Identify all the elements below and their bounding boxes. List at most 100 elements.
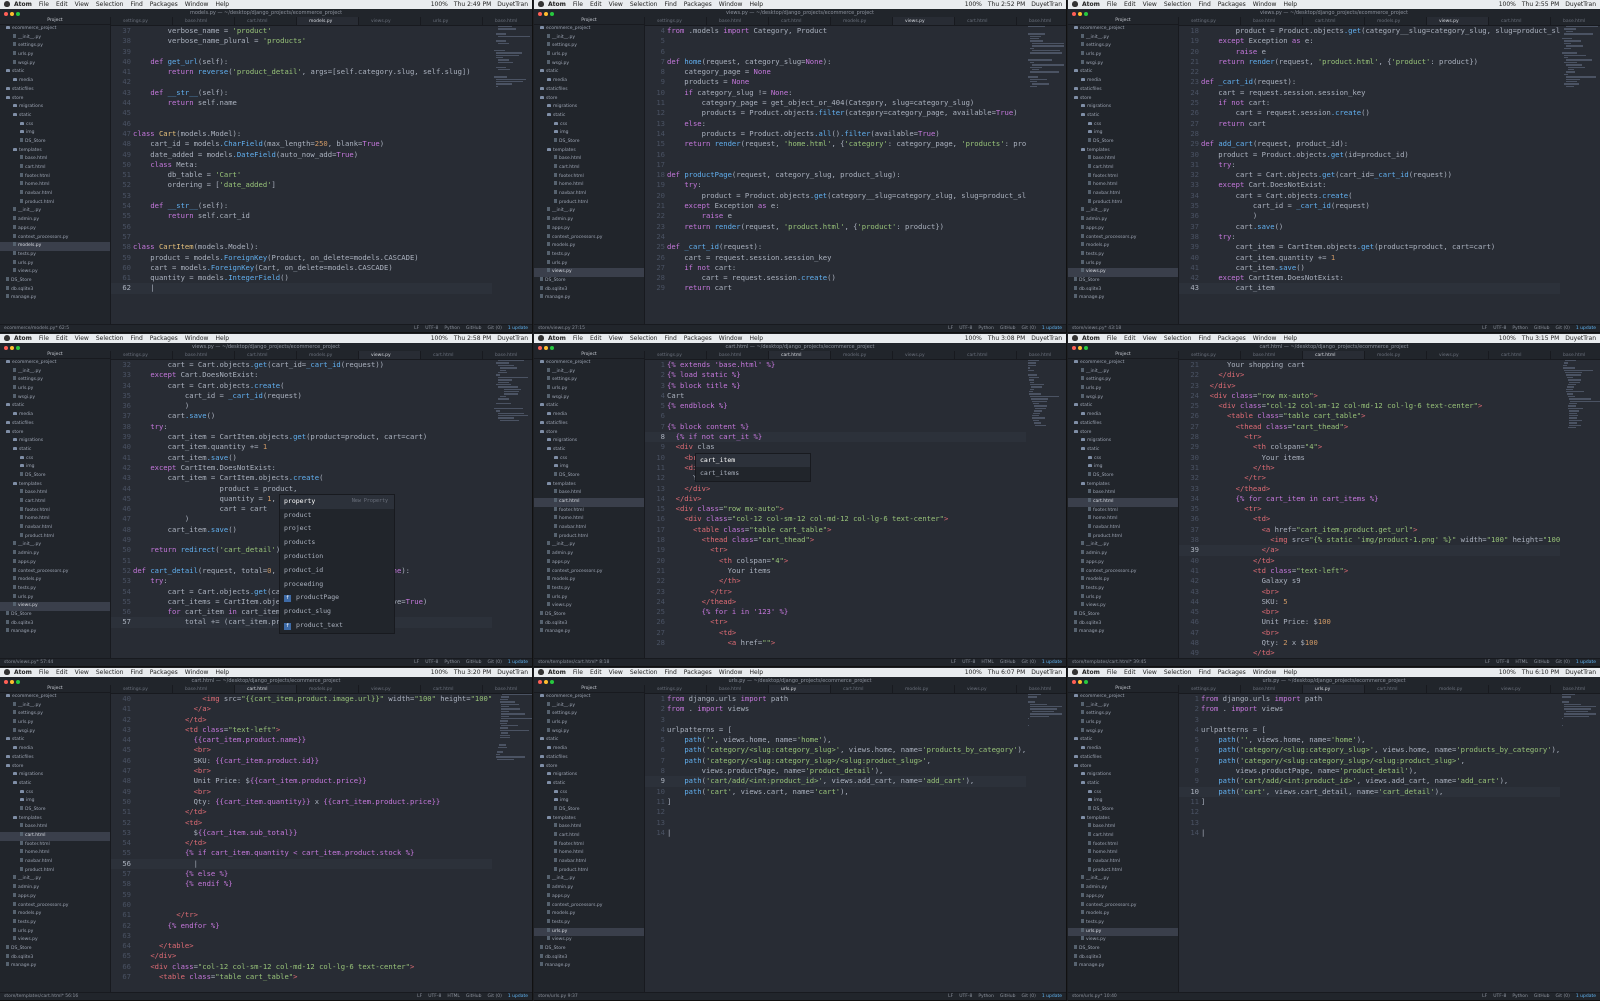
menu-item-find[interactable]: Find [130, 1, 142, 8]
tree-item[interactable]: base.html [0, 823, 110, 832]
tree-item[interactable]: tests.py [1068, 919, 1178, 928]
tree-item[interactable]: urls.py [0, 594, 110, 603]
tree-item[interactable]: settings.py [534, 710, 644, 719]
editor-tab[interactable]: base.html [1241, 351, 1303, 360]
tree-item[interactable]: static [0, 736, 110, 745]
tree-item[interactable]: context_processors.py [534, 234, 644, 243]
code-line[interactable]: 44 SKU: 5 [1179, 597, 1560, 607]
tree-item[interactable]: admin.py [534, 216, 644, 225]
tree-item[interactable]: DS_Store [1068, 945, 1178, 954]
tree-item[interactable]: product.html [534, 533, 644, 542]
code-line[interactable]: 41 </a> [111, 704, 492, 714]
code-line[interactable]: 43 <br> [1179, 587, 1560, 597]
code-line[interactable]: 24 [645, 232, 1026, 242]
zoom-icon[interactable] [1084, 12, 1088, 16]
editor-tab[interactable]: views.py [359, 17, 421, 26]
tree-item[interactable]: img [534, 463, 644, 472]
minimize-icon[interactable] [544, 12, 548, 16]
close-icon[interactable] [4, 12, 8, 16]
code-line[interactable]: 31 try: [1179, 160, 1560, 170]
editor-tab[interactable]: cart.html [1489, 17, 1551, 26]
code-line[interactable]: 6 path('category/<slug:category_slug>', … [1179, 745, 1560, 755]
tree-item[interactable]: views.py [1068, 602, 1178, 611]
code-line[interactable]: 22 [1179, 67, 1560, 77]
tree-item[interactable]: cart.html [534, 164, 644, 173]
apple-icon[interactable] [1072, 1, 1078, 7]
code-line[interactable]: 42 </td> [111, 715, 492, 725]
menu-item-selection[interactable]: Selection [630, 669, 658, 676]
code-line[interactable]: 33 except Cart.DoesNotExist: [111, 370, 492, 380]
tree-item[interactable]: DS_Store [0, 472, 110, 481]
tree-item[interactable]: media [534, 411, 644, 420]
tree-item[interactable]: staticfiles [0, 420, 110, 429]
code-line[interactable]: 26 <table class="table cart_table"> [1179, 411, 1560, 421]
code-line[interactable]: 26 cart = request.session.session_key [645, 253, 1026, 263]
status-item[interactable]: LF [1482, 994, 1487, 999]
code-line[interactable]: 36 <td> [1179, 514, 1560, 524]
menu-item-help[interactable]: Help [215, 669, 229, 676]
code-line[interactable]: 34 cart = Cart.objects.create( [1179, 191, 1560, 201]
tree-item[interactable]: models.py [534, 242, 644, 251]
code-line[interactable]: 14| [645, 828, 1026, 838]
tree-item[interactable]: admin.py [0, 550, 110, 559]
status-item[interactable]: 1 update [1042, 660, 1062, 665]
editor-tab[interactable]: views.py [359, 351, 421, 360]
code-line[interactable]: 49 date_added = models.DateField(auto_no… [111, 150, 492, 160]
code-editor[interactable]: 18 product = Product.objects.get(categor… [1179, 26, 1560, 324]
code-line[interactable]: 46 [111, 119, 492, 129]
code-line[interactable]: 40 def get_url(self): [111, 57, 492, 67]
menu-item-edit[interactable]: Edit [1124, 335, 1136, 342]
autocomplete-item[interactable]: fproductPage [280, 591, 394, 605]
code-line[interactable]: 13 else: [645, 119, 1026, 129]
tree-item[interactable]: base.html [1068, 823, 1178, 832]
tree-item[interactable]: manage.py [1068, 628, 1178, 637]
tree-item[interactable]: media [0, 745, 110, 754]
code-line[interactable]: 35 <tr> [1179, 504, 1560, 514]
tree-item[interactable]: templates [534, 147, 644, 156]
code-editor[interactable]: 37 verbose_name = 'product'38 verbose_na… [111, 26, 492, 324]
tree-item[interactable]: DS_Store [1068, 472, 1178, 481]
tree-item[interactable]: static [1068, 780, 1178, 789]
user-name[interactable]: DuyetTran [1031, 1, 1062, 8]
tree-item[interactable]: cart.html [1068, 832, 1178, 841]
code-line[interactable]: 8 {% if not cart_it %} [645, 432, 1026, 442]
editor-tab[interactable]: settings.py [645, 685, 707, 694]
code-line[interactable]: 31 </th> [1179, 463, 1560, 473]
tree-item[interactable]: css [534, 121, 644, 130]
code-line[interactable]: 9 path('cart/add/<int:product_id>', view… [645, 776, 1026, 786]
tree-item[interactable]: ecommerce_project [534, 693, 644, 702]
code-line[interactable]: 37 <a href="cart_item.product.get_url"> [1179, 525, 1560, 535]
status-item[interactable]: GitHub [1534, 994, 1550, 999]
code-line[interactable]: 23 </tr> [645, 587, 1026, 597]
status-item[interactable]: UTF-8 [1496, 660, 1509, 665]
tree-item[interactable]: css [0, 789, 110, 798]
tree-item[interactable]: home.html [0, 181, 110, 190]
code-line[interactable]: 6 [645, 47, 1026, 57]
tree-item[interactable]: apps.py [534, 893, 644, 902]
autocomplete-item[interactable]: products [280, 536, 394, 550]
tree-item[interactable]: __init__.py [1068, 207, 1178, 216]
apple-icon[interactable] [1072, 669, 1078, 675]
tree-item[interactable]: apps.py [1068, 225, 1178, 234]
code-line[interactable]: 12 [645, 807, 1026, 817]
tree-item[interactable]: static [534, 446, 644, 455]
tree-item[interactable]: urls.py [0, 385, 110, 394]
code-line[interactable]: 49 </td> [1179, 648, 1560, 658]
tree-item[interactable]: db.sqlite3 [0, 954, 110, 963]
tree-item[interactable]: css [1068, 789, 1178, 798]
tree-item[interactable]: urls.py [1068, 260, 1178, 269]
status-item[interactable]: 1 update [508, 994, 528, 999]
tree-item[interactable]: img [1068, 129, 1178, 138]
code-line[interactable]: 46 Unit Price: $100 [1179, 617, 1560, 627]
menu-item-selection[interactable]: Selection [96, 1, 124, 8]
code-line[interactable]: 12 [1179, 807, 1560, 817]
code-line[interactable]: 57 [111, 232, 492, 242]
editor-tab[interactable]: views.py [359, 685, 421, 694]
tree-item[interactable]: admin.py [0, 216, 110, 225]
tree-item[interactable]: __init__.py [534, 541, 644, 550]
menu-item-view[interactable]: View [1143, 335, 1157, 342]
tree-item[interactable]: DS_Store [1068, 138, 1178, 147]
tree-item[interactable]: navbar.html [0, 858, 110, 867]
tree-item[interactable]: __init__.py [534, 875, 644, 884]
tree-item[interactable]: footer.html [0, 507, 110, 516]
